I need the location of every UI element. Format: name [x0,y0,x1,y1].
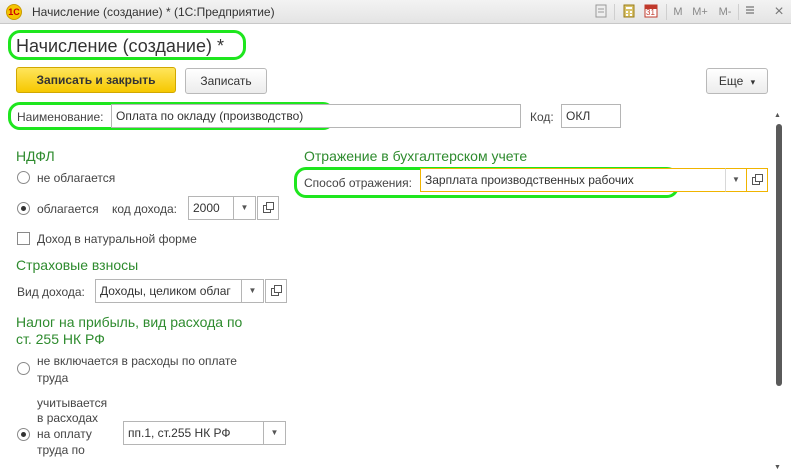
accounting-method-label: Способ отражения: [304,176,412,190]
profit-tax-included-label-line4[interactable]: труда по [37,442,85,458]
profit-tax-excluded-label-line1[interactable]: не включается в расходы по оплате [37,353,237,369]
code-field[interactable]: ОКЛ [561,104,621,128]
calculator-icon[interactable] [622,4,636,20]
more-button[interactable]: Еще ▾ [706,68,768,94]
income-type-label: Вид дохода: [17,285,85,299]
profit-tax-excluded-radio[interactable] [17,362,30,375]
article-255-field[interactable]: пп.1, ст.255 НК РФ [123,421,264,445]
in-kind-income-checkbox[interactable] [17,232,30,245]
accounting-method-dropdown-button[interactable]: ▼ [725,168,747,192]
insurance-section-title: Страховые взносы [16,257,139,273]
ndfl-taxed-radio[interactable] [17,202,30,215]
menu-icon[interactable] [744,4,756,20]
toolbar-separator [666,4,667,20]
code-label: Код: [530,110,554,124]
profit-tax-included-label-line1[interactable]: учитывается [37,395,107,411]
toolbar-separator [738,4,739,20]
accounting-section-title: Отражение в бухгалтерском учете [304,148,528,164]
page-title: Начисление (создание) * [16,36,224,56]
save-and-close-button[interactable]: Записать и закрыть [16,67,176,93]
calendar-icon[interactable]: 31 [643,4,659,20]
calendar-day: 31 [646,8,655,17]
income-type-dropdown-button[interactable]: ▼ [242,279,264,303]
more-label: Еще [718,74,744,88]
accounting-method-field[interactable]: Зарплата производственных рабочих [420,168,725,192]
income-code-field[interactable]: 2000 [188,196,234,220]
in-kind-income-label[interactable]: Доход в натуральной форме [37,231,197,247]
memory-m-icon[interactable]: M [672,4,684,20]
memory-m-minus-icon[interactable]: M- [716,4,734,20]
article-255-dropdown-button[interactable]: ▼ [264,421,286,445]
income-code-dropdown-button[interactable]: ▼ [234,196,256,220]
profit-tax-title-line1: Налог на прибыль, вид расхода по [16,314,243,330]
income-type-open-button[interactable] [265,279,287,303]
profit-tax-excluded-label-line2[interactable]: труда [37,370,68,386]
window-title: Начисление (создание) * (1С:Предприятие) [32,5,275,19]
income-code-label: код дохода: [112,202,177,216]
ndfl-section-title: НДФЛ [16,148,55,164]
ndfl-taxed-label[interactable]: облагается [37,201,99,217]
memory-m-plus-icon[interactable]: M+ [691,4,709,20]
ndfl-not-taxed-label[interactable]: не облагается [37,170,115,186]
toolbar-separator [614,4,615,20]
profit-tax-included-label-line3[interactable]: на оплату [37,426,92,442]
app-logo-icon: 1C [6,4,22,20]
scroll-down-arrow[interactable]: ▼ [774,464,781,471]
name-label: Наименование: [17,110,104,124]
profit-tax-title-line2: ст. 255 НК РФ [16,331,105,347]
scroll-up-arrow[interactable]: ▲ [774,112,781,119]
title-bar: 1C Начисление (создание) * (1С:Предприят… [0,0,791,24]
chevron-down-icon: ▾ [750,77,756,87]
save-button[interactable]: Записать [185,68,267,94]
close-icon[interactable]: × [772,4,786,20]
accounting-method-open-button[interactable] [746,168,768,192]
open-icon [751,174,763,185]
ndfl-not-taxed-radio[interactable] [17,171,30,184]
income-type-field[interactable]: Доходы, целиком облаг [95,279,242,303]
open-icon [262,202,274,213]
profit-tax-included-radio[interactable] [17,428,30,441]
profit-tax-included-label-line2[interactable]: в расходах [37,410,98,426]
bookmark-icon[interactable] [594,4,608,20]
open-icon [270,285,282,296]
name-field[interactable]: Оплата по окладу (производство) [111,104,521,128]
vertical-scrollbar[interactable] [776,124,782,386]
income-code-open-button[interactable] [257,196,279,220]
